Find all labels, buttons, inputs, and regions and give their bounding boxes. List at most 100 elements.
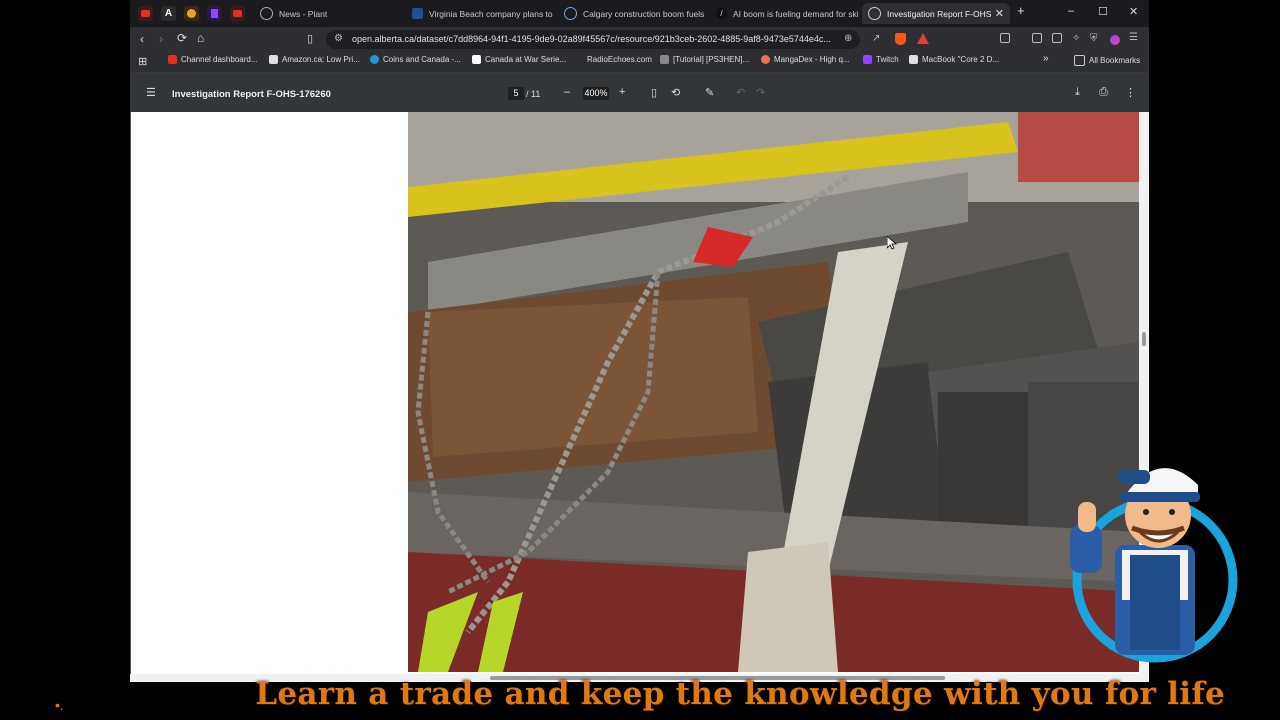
twitch-icon [863,55,872,64]
forward-arrow-icon[interactable]: › [159,32,163,46]
promo-banner-text: Learn a trade and keep the knowledge wit… [255,676,1225,712]
news-icon [412,8,423,19]
page-total: / 11 [526,89,541,99]
pinned-tab-a[interactable]: A [161,6,176,21]
bookmark-item[interactable]: MangaDex - High q... [761,55,850,64]
annotate-icon[interactable]: ✎ [705,86,714,99]
forum-icon [660,55,669,64]
undo-icon[interactable]: ↶ [736,86,745,99]
extensions-icon[interactable]: ✧ [1072,33,1080,44]
all-bookmarks-label: All Bookmarks [1089,56,1141,65]
address-bar[interactable]: ⚙ open.alberta.ca/dataset/c7dd8964-94f1-… [326,30,860,49]
zoom-out-button[interactable]: – [564,86,570,98]
bookmark-label: RadioEchoes.com [587,55,652,64]
site-icon [472,55,481,64]
apps-grid-icon[interactable]: ⊞ [138,55,147,68]
bookmark-item[interactable]: RadioEchoes.com [574,55,652,64]
close-window-button[interactable]: ✕ [1129,5,1138,18]
home-icon[interactable]: ⌂ [197,31,204,45]
back-arrow-icon[interactable]: ‹ [140,32,144,46]
zoom-in-button[interactable]: + [619,86,625,98]
tab-ai-boom[interactable]: / AI boom is fueling demand for ski [710,3,858,24]
bookmark-item[interactable]: Coins and Canada -... [370,55,461,64]
tab-label: Virginia Beach company plans to [429,8,553,19]
minimize-button[interactable]: – [1068,5,1074,17]
bookmark-label: Amazon.ca: Low Pri... [282,55,360,64]
news-icon [564,7,577,20]
bookmark-item[interactable]: Canada at War Serie... [472,55,566,64]
bookmark-label: Canada at War Serie... [485,55,567,64]
vertical-scroll-thumb[interactable] [1142,332,1146,346]
pdf-toolbar: ☰ Investigation Report F-OHS-176260 5 / … [130,73,1149,112]
bookmark-icon[interactable]: ▯ [307,32,313,45]
navigation-toolbar: ‹ › ⟳ ⌂ ▯ ⚙ open.alberta.ca/dataset/c7dd… [130,27,1149,52]
folder-icon [1074,55,1085,66]
tab-label: AI boom is fueling demand for ski [733,8,858,19]
bookmark-label: Coins and Canada -... [383,55,461,64]
zoom-icon[interactable]: ⊕ [844,33,852,44]
bookmark-label: Twitch [876,55,899,64]
pinned-tab-twitch[interactable] [207,6,222,21]
wallet-icon[interactable] [1052,33,1062,43]
fit-page-icon[interactable]: ▯ [651,86,657,99]
close-tab-icon[interactable]: ✕ [995,7,1004,20]
tab-strip: A News - Plant Virginia Beach company pl… [130,0,1149,27]
tab-label: Calgary construction boom fuels [583,8,705,19]
amazon-icon [269,55,278,64]
bookmarks-bar: ⊞ Channel dashboard... Amazon.ca: Low Pr… [130,52,1149,73]
vpn-icon[interactable]: ⛨ [1090,33,1098,44]
bookmarks-overflow-button[interactable]: » [1043,53,1049,64]
download-icon[interactable]: ⤓ [1075,86,1080,99]
site-icon [909,55,918,64]
bookmark-label: [Tutorial] [PS3HEN]... [673,55,750,64]
steel-beams-photo [408,112,1139,672]
youtube-icon [168,55,177,64]
pdf-viewport[interactable] [130,112,1149,682]
tab-label: News - Plant [279,8,328,19]
reload-icon[interactable]: ⟳ [177,31,187,45]
print-icon[interactable]: ⎙ [1099,86,1108,99]
bookmark-item[interactable]: Twitch [863,55,899,64]
brave-shields-icon[interactable] [895,33,906,45]
pdf-title: Investigation Report F-OHS-176260 [172,89,331,100]
pinned-tab-youtube-2[interactable] [230,6,245,21]
tab-label: Investigation Report F-OHS- [887,8,991,19]
brave-rewards-icon[interactable] [917,33,929,44]
site-icon [370,55,379,64]
more-options-icon[interactable]: ⋮ [1125,86,1136,99]
plumber-mascot-logo [1070,468,1238,663]
redo-icon[interactable]: ↷ [756,86,765,99]
bookmark-label: Channel dashboard... [181,55,258,64]
tab-calgary[interactable]: Calgary construction boom fuels [558,3,706,24]
globe-icon [868,7,881,20]
leo-ai-icon[interactable] [1110,35,1120,45]
hamburger-menu-icon[interactable]: ☰ [146,86,156,99]
bookmark-label: MangaDex - High q... [774,55,850,64]
site-icon [574,55,583,64]
zoom-level-input[interactable]: 400% [583,87,609,100]
browser-window: A News - Plant Virginia Beach company pl… [130,0,1149,682]
pinned-tab-youtube[interactable] [138,6,153,21]
tab-virginia-beach[interactable]: Virginia Beach company plans to [406,3,554,24]
site-info-icon[interactable]: ⚙ [334,33,343,44]
bookmark-item[interactable]: Channel dashboard... [168,55,258,64]
split-view-icon[interactable] [1032,33,1042,43]
tab-news-plant[interactable]: News - Plant [254,3,402,24]
bookmark-item[interactable]: MacBook "Core 2 D... [909,55,999,64]
globe-icon [260,7,273,20]
pinned-tab-app[interactable] [184,6,199,21]
bookmark-item[interactable]: Amazon.ca: Low Pri... [269,55,360,64]
maximize-button[interactable]: ☐ [1098,5,1108,18]
sidebar-icon[interactable] [1000,33,1010,43]
page-number-input[interactable]: 5 [508,87,524,100]
tab-investigation-report[interactable]: Investigation Report F-OHS- ✕ [862,3,1010,24]
bookmark-label: MacBook "Core 2 D... [922,55,1000,64]
pdf-page [131,112,1139,674]
new-tab-button[interactable]: + [1017,3,1025,18]
url-text: open.alberta.ca/dataset/c7dd8964-94f1-41… [352,34,831,44]
share-icon[interactable]: ↗ [872,33,880,44]
rotate-icon[interactable]: ⟲ [671,86,680,99]
all-bookmarks-button[interactable]: All Bookmarks [1074,55,1140,66]
bookmark-item[interactable]: [Tutorial] [PS3HEN]... [660,55,749,64]
menu-icon[interactable]: ☰ [1129,32,1138,43]
